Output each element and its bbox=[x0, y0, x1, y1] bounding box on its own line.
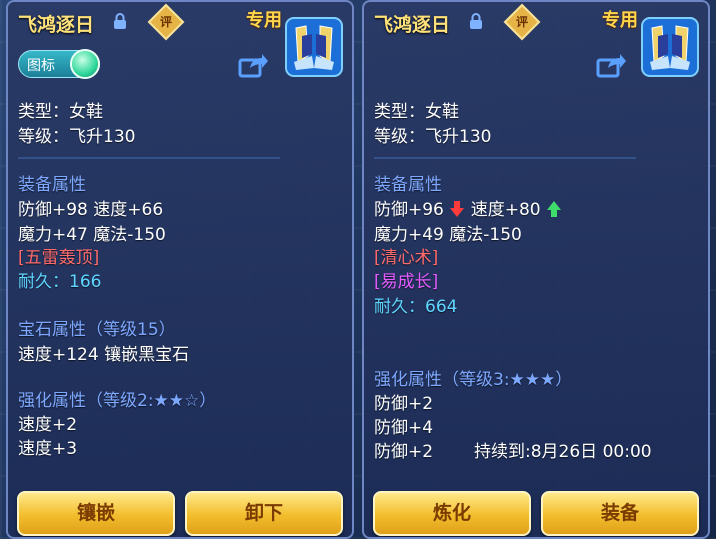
attr-line-1: 防御+98 速度+66 bbox=[18, 200, 164, 220]
lock-icon bbox=[470, 13, 482, 29]
defense-value: 防御+96 bbox=[374, 200, 444, 220]
type-line: 类型：女鞋 bbox=[18, 102, 103, 122]
compare-item-panel: 飞鸿逐日 评 专用 类型：女鞋 等级：飞升130 装备属性 防御+96 速度+8… bbox=[362, 0, 710, 539]
gem-section-title: 宝石属性（等级15） bbox=[18, 320, 176, 340]
attr-line-2: 魔力+49 魔法-150 bbox=[374, 225, 522, 245]
equip-section-title: 装备属性 bbox=[374, 175, 442, 195]
speed-value: 速度+80 bbox=[470, 200, 541, 220]
item-title: 飞鸿逐日 bbox=[18, 14, 95, 36]
review-badge[interactable]: 评 bbox=[503, 3, 541, 41]
boots-item-icon bbox=[641, 17, 699, 77]
enhance-line-3: 防御+2 bbox=[374, 442, 434, 462]
special-tag: 专用 bbox=[246, 10, 282, 31]
enhance-line-2: 防御+4 bbox=[374, 418, 434, 438]
special-effect: [清心术] bbox=[374, 248, 439, 268]
expiry-text: 持续到:8月26日 00:00 bbox=[474, 442, 652, 462]
share-icon[interactable] bbox=[596, 52, 626, 78]
inlay-button[interactable]: 镶嵌 bbox=[17, 491, 175, 536]
boots-item-icon bbox=[285, 17, 343, 77]
level-line: 等级：飞升130 bbox=[18, 127, 136, 147]
item-title: 飞鸿逐日 bbox=[374, 14, 451, 36]
enhance-section-title: 强化属性（等级3:★★★） bbox=[374, 370, 573, 390]
attr-line-2: 魔力+47 魔法-150 bbox=[18, 225, 166, 245]
unequip-button[interactable]: 卸下 bbox=[185, 491, 343, 536]
enhance-line-1: 防御+2 bbox=[374, 394, 434, 414]
arrow-down-icon bbox=[450, 201, 465, 217]
attr-line-1: 防御+96 速度+80 bbox=[374, 195, 562, 220]
enhance-section-title: 强化属性（等级2:★★☆） bbox=[18, 391, 217, 411]
divider bbox=[18, 157, 280, 159]
review-badge[interactable]: 评 bbox=[147, 3, 185, 41]
toggle-knob[interactable] bbox=[70, 49, 100, 79]
icon-toggle[interactable]: 图标 bbox=[18, 49, 100, 79]
lock-icon bbox=[114, 13, 126, 29]
arrow-up-icon bbox=[547, 201, 561, 217]
special-skill: [易成长] bbox=[374, 272, 439, 292]
share-icon[interactable] bbox=[238, 52, 268, 78]
enhance-line-2: 速度+3 bbox=[18, 439, 78, 459]
durability: 耐久：664 bbox=[374, 297, 458, 317]
type-line: 类型：女鞋 bbox=[374, 102, 459, 122]
equip-button[interactable]: 装备 bbox=[541, 491, 699, 536]
gem-line: 速度+124 镶嵌黑宝石 bbox=[18, 345, 190, 365]
refine-button[interactable]: 炼化 bbox=[373, 491, 531, 536]
enhance-line-1: 速度+2 bbox=[18, 415, 78, 435]
durability: 耐久：166 bbox=[18, 272, 102, 292]
special-tag: 专用 bbox=[602, 10, 638, 31]
equipped-item-panel: 飞鸿逐日 评 专用 图标 类型：女鞋 等级：飞升130 装备属性 防御+98 速… bbox=[6, 0, 354, 539]
special-effect: [五雷轰顶] bbox=[18, 248, 100, 268]
toggle-label: 图标 bbox=[27, 58, 55, 74]
divider bbox=[374, 157, 636, 159]
equip-section-title: 装备属性 bbox=[18, 175, 86, 195]
level-line: 等级：飞升130 bbox=[374, 127, 492, 147]
